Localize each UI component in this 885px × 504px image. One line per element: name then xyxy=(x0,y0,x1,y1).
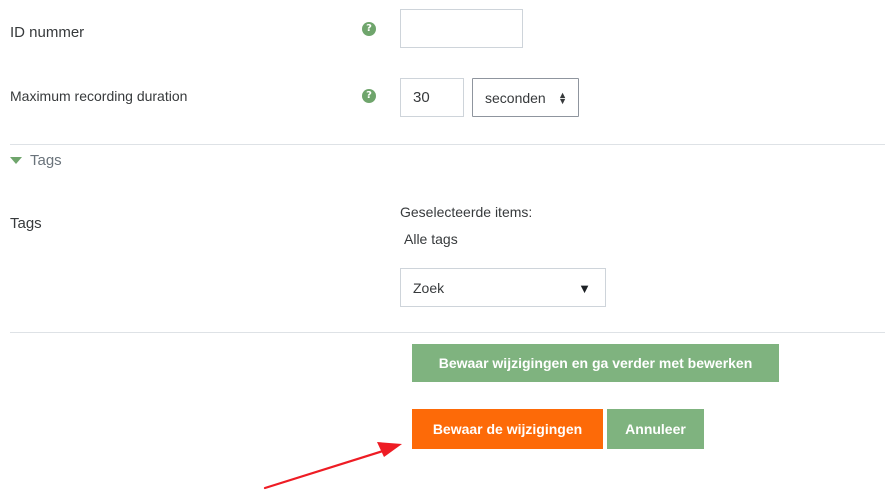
red-arrow-annotation xyxy=(263,442,402,490)
arrow-head xyxy=(377,442,402,457)
arrow-shaft xyxy=(263,449,385,490)
